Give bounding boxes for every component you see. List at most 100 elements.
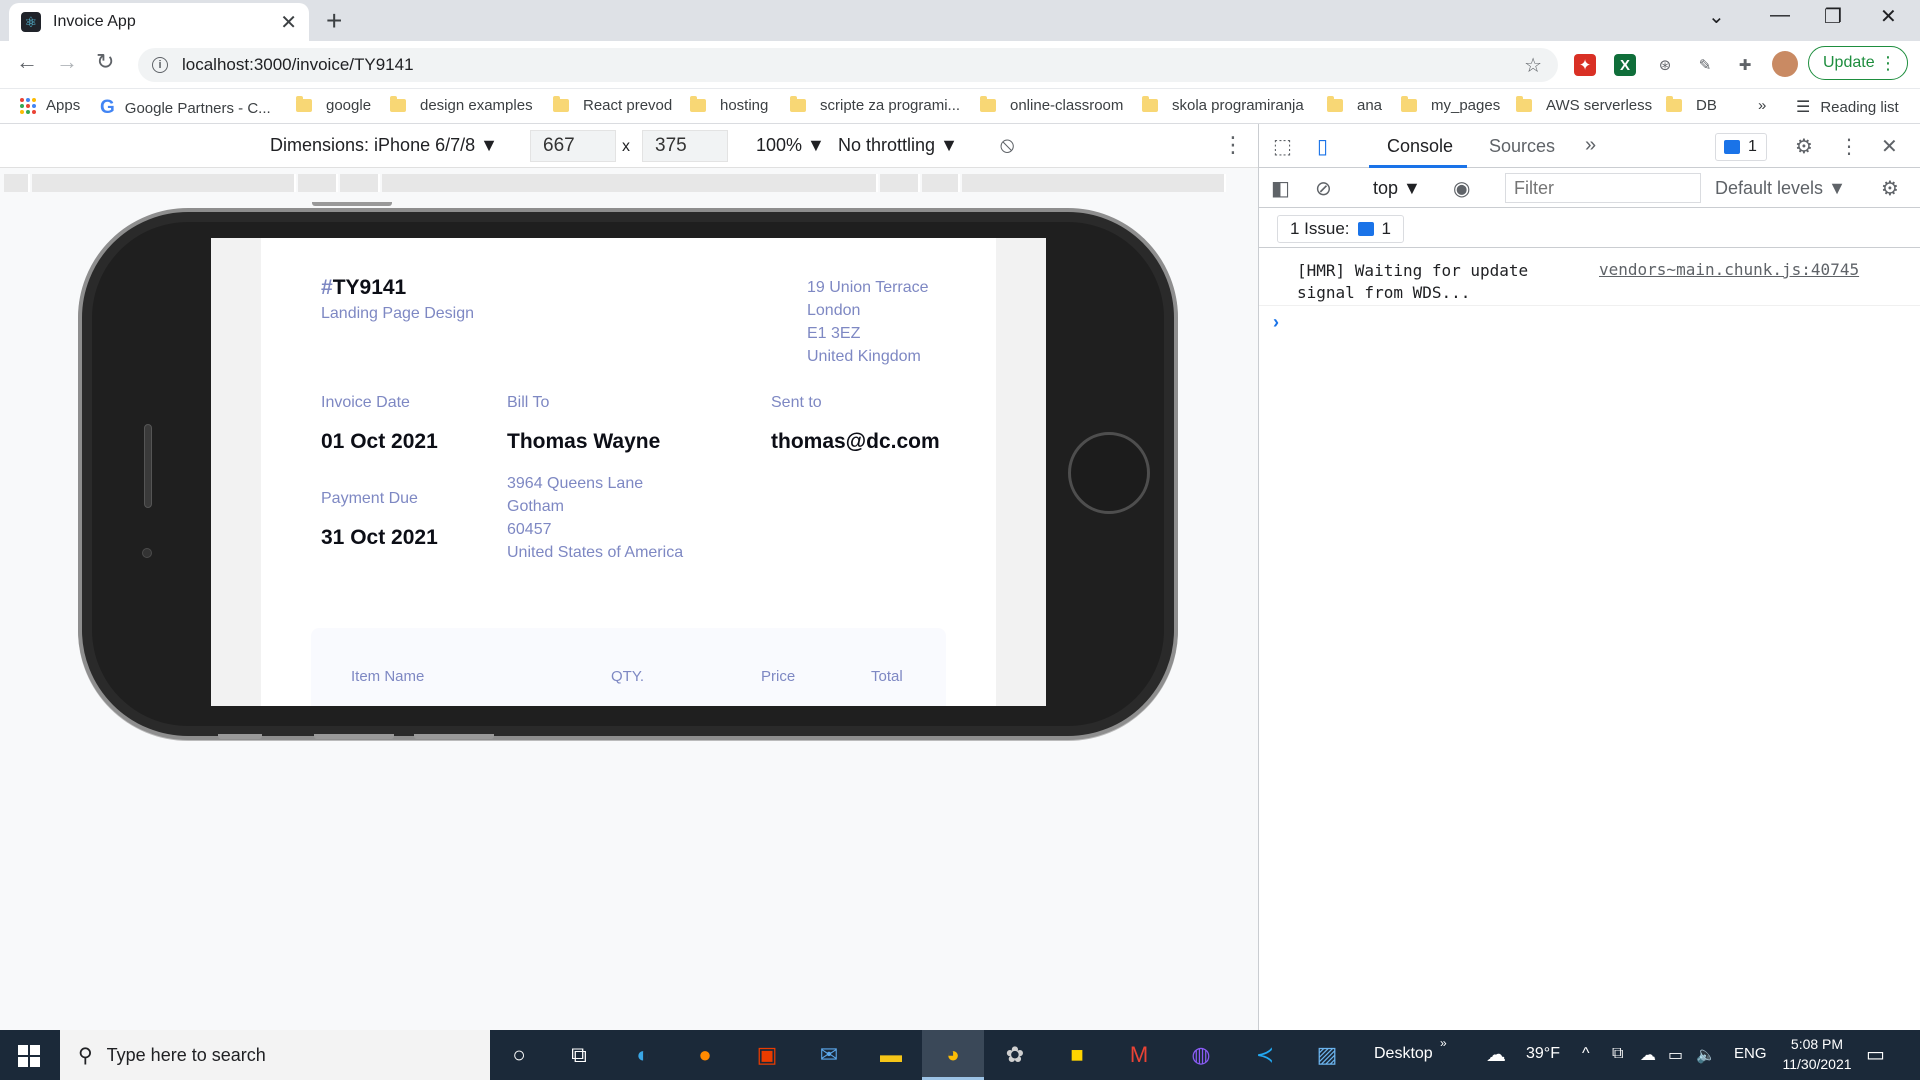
devtools-menu-icon[interactable]: ⋮ [1839, 134, 1859, 159]
inspect-element-icon[interactable]: ⬚ [1273, 134, 1292, 159]
messages-badge[interactable]: 1 [1715, 133, 1767, 161]
zoom-select[interactable]: 100% ▼ [756, 135, 825, 156]
language-indicator[interactable]: ENG [1734, 1045, 1767, 1062]
bookmark-ana[interactable]: ana [1327, 96, 1382, 114]
live-expression-eye-icon[interactable]: ◉ [1453, 176, 1470, 201]
rotate-icon[interactable]: ⦸ [1000, 132, 1014, 158]
bookmark-google[interactable]: google [296, 96, 371, 114]
photos-icon[interactable]: ▨ [1312, 1040, 1342, 1070]
bookmark-db[interactable]: DB [1666, 96, 1717, 114]
onedrive-icon[interactable]: ☁ [1640, 1045, 1656, 1065]
site-info-icon[interactable]: i [152, 57, 168, 73]
reload-icon[interactable]: ↻ [96, 49, 114, 75]
forward-icon[interactable]: → [56, 49, 78, 75]
width-input[interactable]: 667 [530, 130, 616, 162]
close-window-icon[interactable]: ✕ [1880, 4, 1897, 29]
bookmark-react-prevod[interactable]: React prevod [553, 96, 672, 114]
bookmark-aws-serverless[interactable]: AWS serverless [1516, 96, 1652, 114]
extension-red-icon[interactable]: ✦ [1574, 54, 1596, 76]
notifications-icon[interactable]: ▭ [1866, 1042, 1885, 1067]
toolbar-expand-icon[interactable]: » [1440, 1036, 1447, 1050]
url-text[interactable]: localhost:3000/invoice/TY9141 [182, 55, 414, 75]
weather-temp[interactable]: 39°F [1526, 1045, 1560, 1063]
context-select[interactable]: top ▼ [1373, 178, 1421, 199]
github-icon[interactable]: ◍ [1186, 1040, 1216, 1070]
console-source-link[interactable]: vendors~main.chunk.js:40745 [1599, 260, 1859, 279]
close-tab-icon[interactable]: ✕ [280, 10, 297, 35]
edge-icon[interactable]: ◐ [628, 1040, 658, 1070]
windows-start-icon[interactable] [18, 1045, 40, 1067]
ruler-segment[interactable] [922, 174, 960, 192]
ruler-segment[interactable] [298, 174, 338, 192]
ruler-segment[interactable] [32, 174, 296, 192]
ruler-segment[interactable] [382, 174, 878, 192]
bookmark-scripte[interactable]: scripte za programi... [790, 96, 961, 114]
sticky-notes-icon[interactable]: ■ [1062, 1040, 1092, 1070]
cortana-icon[interactable]: ○ [504, 1040, 534, 1070]
log-levels-select[interactable]: Default levels ▼ [1715, 178, 1846, 199]
device-select[interactable]: Dimensions: iPhone 6/7/8 ▼ [270, 135, 498, 156]
bookmark-hosting[interactable]: hosting [690, 96, 768, 114]
battery-icon[interactable]: ▭ [1668, 1045, 1683, 1065]
ruler-segment[interactable] [4, 174, 30, 192]
office-icon[interactable]: ▣ [752, 1040, 782, 1070]
height-input[interactable]: 375 [642, 130, 728, 162]
tray-meet-icon[interactable]: ⧉ [1612, 1045, 1623, 1063]
desktop-toolbar[interactable]: Desktop [1374, 1045, 1433, 1063]
color-picker-extension-icon[interactable]: ✎ [1694, 54, 1716, 76]
more-options-icon[interactable]: ⋮ [1222, 132, 1244, 158]
profile-avatar[interactable] [1772, 51, 1798, 77]
console-settings-icon[interactable]: ⚙ [1881, 176, 1899, 201]
minimize-icon[interactable]: — [1770, 4, 1790, 27]
clock[interactable]: 5:08 PM 11/30/2021 [1772, 1034, 1862, 1074]
extension-code-icon[interactable]: ⊛ [1654, 54, 1676, 76]
browser-tab[interactable]: ⚛ Invoice App ✕ [9, 3, 309, 41]
bookmark-online-classroom[interactable]: online-classroom [980, 96, 1123, 114]
bookmark-apps[interactable]: Apps [20, 97, 80, 114]
taskbar-search[interactable]: ⚲ Type here to search [60, 1030, 490, 1080]
ruler-segment[interactable] [880, 174, 920, 192]
settings-gear-icon[interactable]: ⚙ [1795, 134, 1813, 159]
throttling-select[interactable]: No throttling ▼ [838, 135, 958, 156]
bookmark-google-partners[interactable]: G Google Partners - C... [100, 97, 271, 119]
bookmark-label: my_pages [1431, 97, 1501, 114]
bookmark-label: scripte za programi... [820, 97, 961, 114]
file-explorer-icon[interactable]: ▬ [876, 1040, 906, 1070]
close-devtools-icon[interactable]: ✕ [1881, 134, 1898, 159]
clear-console-icon[interactable]: ⊘ [1315, 176, 1332, 201]
bookmark-my-pages[interactable]: my_pages [1401, 96, 1501, 114]
bookmark-skola-programiranja[interactable]: skola programiranja [1142, 96, 1304, 114]
vscode-icon[interactable]: ≺ [1250, 1040, 1280, 1070]
ruler-segment[interactable] [340, 174, 380, 192]
bookmark-star-icon[interactable]: ☆ [1524, 53, 1542, 78]
new-tab-icon[interactable]: + [326, 6, 342, 36]
console-filter-input[interactable]: Filter [1505, 173, 1701, 203]
extensions-puzzle-icon[interactable]: ✚ [1734, 54, 1756, 76]
excel-extension-icon[interactable]: X [1614, 54, 1636, 76]
volume-icon[interactable]: 🔈 [1696, 1045, 1716, 1065]
reading-list-button[interactable]: ☰ Reading list [1796, 97, 1899, 117]
gmail-icon[interactable]: M [1124, 1040, 1154, 1070]
address-bar[interactable]: i localhost:3000/invoice/TY9141 ☆ [138, 48, 1558, 82]
tray-chevron-icon[interactable]: ^ [1582, 1045, 1590, 1063]
more-tabs-icon[interactable]: » [1585, 134, 1596, 157]
more-bookmarks-icon[interactable]: » [1758, 97, 1766, 114]
tab-search-icon[interactable]: ⌄ [1708, 4, 1725, 29]
issues-button[interactable]: 1 Issue: 1 [1277, 215, 1405, 243]
tab-console[interactable]: Console [1387, 136, 1453, 157]
firefox-icon[interactable]: ● [690, 1040, 720, 1070]
tab-sources[interactable]: Sources [1489, 136, 1555, 157]
device-toggle-icon[interactable]: ▯ [1317, 134, 1328, 159]
chrome-icon[interactable]: ◕ [938, 1040, 968, 1070]
console-prompt-icon[interactable]: › [1273, 312, 1279, 333]
back-icon[interactable]: ← [16, 49, 38, 75]
task-view-icon[interactable]: ⧉ [564, 1040, 594, 1070]
ruler-segment[interactable] [962, 174, 1226, 192]
paint-icon[interactable]: ✿ [1000, 1040, 1030, 1070]
update-button[interactable]: Update ⋮ [1808, 46, 1908, 80]
sidebar-toggle-icon[interactable]: ◧ [1271, 176, 1290, 201]
weather-cloud-icon[interactable]: ☁ [1486, 1042, 1506, 1067]
bookmark-design-examples[interactable]: design examples [390, 96, 533, 114]
mail-icon[interactable]: ✉ [814, 1040, 844, 1070]
restore-icon[interactable]: ❐ [1824, 4, 1842, 29]
